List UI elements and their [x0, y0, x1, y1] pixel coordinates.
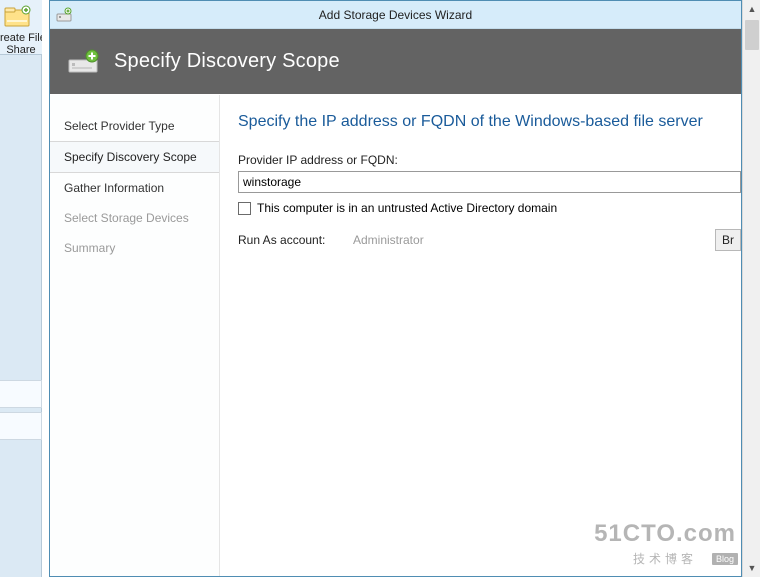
wizard-step-nav: Select Provider Type Specify Discovery S…	[50, 95, 220, 576]
create-share-icon	[4, 4, 32, 28]
nav-select-provider-type[interactable]: Select Provider Type	[50, 111, 219, 141]
nav-specify-discovery-scope[interactable]: Specify Discovery Scope	[50, 141, 219, 173]
wizard-title-icon	[56, 7, 72, 23]
run-as-label: Run As account:	[238, 233, 333, 247]
wizard-content-pane: Specify the IP address or FQDN of the Wi…	[220, 95, 741, 576]
host-ribbon-label-2: Share	[0, 44, 42, 56]
host-ribbon: reate File Share	[0, 0, 42, 55]
scroll-thumb[interactable]	[745, 20, 759, 50]
nav-summary: Summary	[50, 233, 219, 263]
banner-title: Specify Discovery Scope	[114, 50, 340, 73]
scroll-down-button[interactable]: ▼	[743, 559, 760, 577]
untrusted-domain-row[interactable]: This computer is in an untrusted Active …	[238, 201, 741, 215]
host-vertical-scrollbar[interactable]: ▲ ▼	[742, 0, 760, 577]
wizard-body: Select Provider Type Specify Discovery S…	[50, 95, 741, 576]
wizard-banner: Specify Discovery Scope	[50, 29, 741, 94]
host-window-left-strip: reate File Share	[0, 0, 42, 577]
add-storage-devices-wizard-window: Add Storage Devices Wizard Specify Disco…	[49, 0, 742, 577]
banner-storage-icon	[68, 48, 100, 76]
fqdn-input[interactable]	[238, 171, 741, 193]
browse-button[interactable]: Br	[715, 229, 741, 251]
nav-select-storage-devices: Select Storage Devices	[50, 203, 219, 233]
host-step-box-1	[0, 380, 42, 408]
scroll-up-button[interactable]: ▲	[743, 0, 760, 18]
host-step-box-2	[0, 412, 42, 440]
untrusted-domain-label: This computer is in an untrusted Active …	[257, 201, 557, 215]
nav-gather-information[interactable]: Gather Information	[50, 173, 219, 203]
host-ribbon-label-1: reate File	[0, 32, 42, 44]
run-as-value: Administrator	[353, 231, 689, 249]
fqdn-label: Provider IP address or FQDN:	[238, 153, 741, 167]
titlebar: Add Storage Devices Wizard	[50, 1, 741, 29]
page-heading: Specify the IP address or FQDN of the Wi…	[238, 113, 741, 131]
window-title: Add Storage Devices Wizard	[80, 8, 735, 22]
untrusted-domain-checkbox[interactable]	[238, 202, 251, 215]
run-as-account-row: Run As account: Administrator Br	[238, 229, 741, 251]
